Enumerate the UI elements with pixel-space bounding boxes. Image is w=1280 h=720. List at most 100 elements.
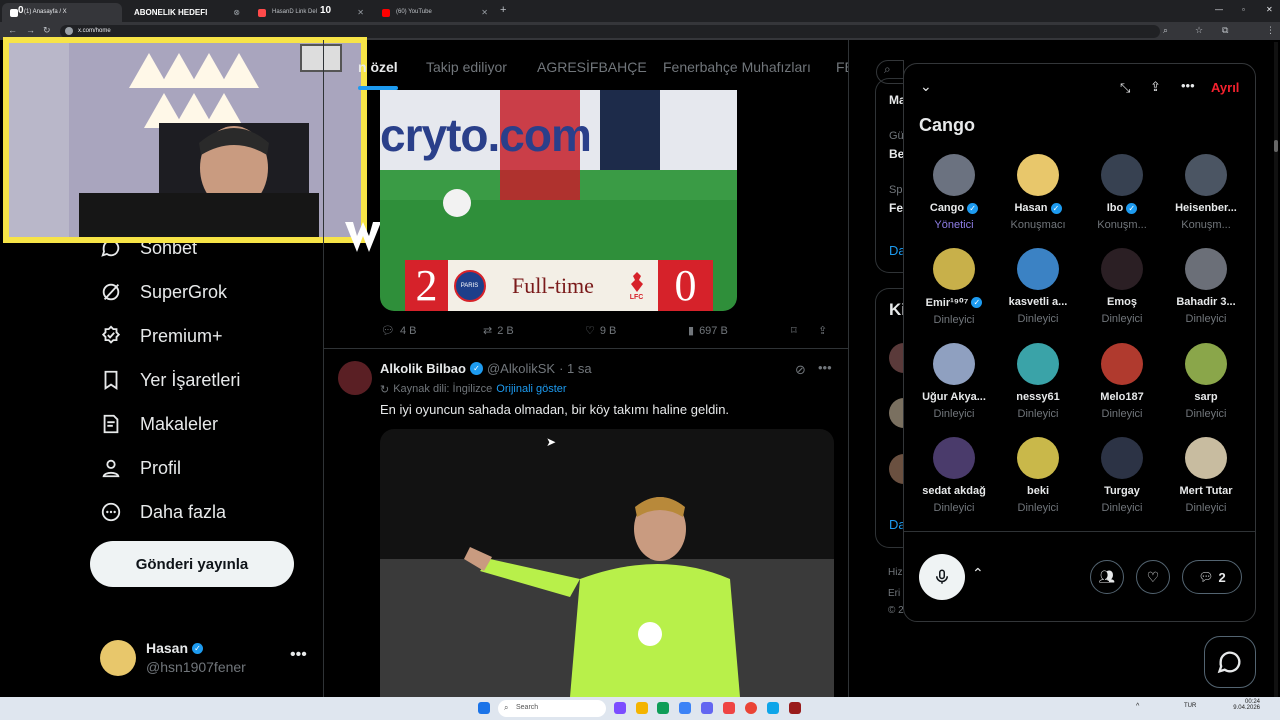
participant[interactable]: Turgay Dinleyici (1080, 437, 1164, 514)
post-button[interactable]: Gönderi yayınla (90, 541, 294, 587)
close-tab-icon[interactable]: ✕ (357, 8, 364, 17)
tab-for-you[interactable]: n özel (358, 59, 398, 75)
participant-name-text: Heisenber... (1175, 202, 1237, 214)
tab-subscription-goal[interactable]: ABONELIK HEDEFI ⊗ (122, 3, 248, 22)
maximize-icon[interactable]: ▫ (1242, 5, 1245, 14)
sidebar-item-profile[interactable]: Profil (100, 451, 310, 485)
zoom-icon[interactable]: ⌕ (1163, 25, 1168, 36)
taskview-icon[interactable] (614, 702, 626, 714)
sidebar-item-more[interactable]: Daha fazla (100, 495, 310, 529)
star-icon[interactable]: ☆ (1195, 25, 1203, 36)
views-button[interactable]: ▮ 697 B (688, 324, 728, 338)
participant[interactable]: Melo187 Dinleyici (1080, 343, 1164, 420)
app-icon[interactable] (723, 702, 735, 714)
tab-youtube[interactable]: (60) YouTube ✕ (374, 3, 496, 22)
repost-button[interactable]: ⇄ 2 B (483, 324, 514, 338)
leave-button[interactable]: Ayrıl (1211, 80, 1239, 95)
extensions-icon[interactable]: ⧉ (1222, 25, 1228, 36)
post-time[interactable]: · 1 sa (559, 361, 592, 376)
scrollbar-thumb[interactable] (1274, 140, 1278, 152)
participant-name: Cango ✓ (912, 202, 996, 214)
sidebar-item-supergrok[interactable]: SuperGrok (100, 275, 310, 309)
collapse-chevron-icon[interactable]: ⌄ (920, 78, 932, 95)
participant[interactable]: Ibo ✓ Konuşm... (1080, 154, 1164, 231)
start-icon[interactable] (478, 702, 490, 714)
participant[interactable]: sedat akdağ Dinleyici (912, 437, 996, 514)
tab-fe[interactable]: FE (836, 59, 848, 75)
sidebar-item-articles[interactable]: Makaleler (100, 407, 310, 441)
chevron-up-icon[interactable]: ⌃ (972, 565, 984, 582)
sidebar-item-premium[interactable]: Premium+ (100, 319, 310, 353)
app-icon[interactable] (679, 702, 691, 714)
react-button[interactable]: ♡ (1136, 560, 1170, 594)
tab-link-delete[interactable]: HasanD Link Del ✕ (250, 3, 372, 22)
app-icon[interactable] (767, 702, 779, 714)
post-handle[interactable]: @AlkolikSK (487, 361, 555, 376)
forward-icon[interactable]: → (26, 25, 35, 35)
participant[interactable]: Cango ✓ Yönetici (912, 154, 996, 231)
new-tab-button[interactable]: + (500, 4, 506, 16)
show-original-link[interactable]: Orijinali göster (496, 383, 566, 396)
share-icon[interactable]: ⇪ (1150, 79, 1161, 95)
participant[interactable]: Bahadir 3... Dinleyici (1164, 248, 1248, 325)
participant[interactable]: Heisenber... Konuşm... (1164, 154, 1248, 231)
reload-icon[interactable]: ↻ (43, 25, 51, 36)
minimize-icon[interactable]: — (1215, 5, 1223, 14)
like-button[interactable]: ♡ 9 B (585, 324, 616, 338)
clock[interactable]: 00:24 9.04.2026 (1230, 699, 1260, 711)
right-card-item[interactable]: Fe (889, 201, 903, 215)
participant[interactable]: Uğur Akya... Dinleyici (912, 343, 996, 420)
messages-fab[interactable] (1204, 636, 1256, 688)
footer-link[interactable]: Eri (888, 588, 900, 599)
account-more-icon[interactable]: ••• (290, 646, 307, 664)
chrome-icon[interactable] (745, 702, 757, 714)
close-window-icon[interactable]: ✕ (1266, 5, 1273, 14)
participants-button[interactable]: 👥︎ (1090, 560, 1124, 594)
microphone-button[interactable] (919, 554, 965, 600)
more-icon[interactable]: ••• (1181, 78, 1195, 93)
grok-icon[interactable]: ⊘ (795, 362, 806, 378)
post-author[interactable]: Alkolik Bilbao (380, 361, 466, 376)
post-media[interactable] (380, 429, 834, 697)
participant[interactable]: Emoş Dinleyici (1080, 248, 1164, 325)
language-indicator[interactable]: TUR (1184, 703, 1196, 709)
footer-copyright: © 2 (888, 605, 904, 616)
comments-button[interactable]: 💬︎ 2 (1182, 560, 1242, 594)
minimize-space-icon[interactable]: ⤡ (1120, 80, 1130, 96)
lfc-label: LFC (629, 294, 644, 301)
close-tab-icon[interactable]: ⊗ (233, 8, 240, 17)
edge-icon[interactable] (657, 702, 669, 714)
back-icon[interactable]: ← (8, 25, 17, 35)
close-tab-icon[interactable]: ✕ (481, 8, 488, 17)
tab-agresifbahce[interactable]: AGRESİFBAHÇE (537, 59, 647, 75)
sidebar-item-bookmarks[interactable]: Yer İşaretleri (100, 363, 310, 397)
tab-following[interactable]: Takip ediliyor (426, 59, 507, 75)
search-icon: ⌕ (884, 62, 891, 76)
participant[interactable]: Hasan ✓ Konuşmacı (996, 154, 1080, 231)
avatar[interactable] (338, 361, 372, 395)
tray-chevron-icon[interactable]: ^ (1136, 703, 1139, 710)
menu-dots-icon[interactable]: ⋮ (1266, 25, 1275, 36)
source-language: Kaynak dili: İngilizce (393, 383, 493, 395)
participant[interactable]: beki Dinleyici (996, 437, 1080, 514)
post-text: En iyi oyuncun sahada olmadan, bir köy t… (380, 402, 730, 417)
app-icon[interactable] (789, 702, 801, 714)
participant[interactable]: Mert Tutar Dinleyici (1164, 437, 1248, 514)
taskbar-search[interactable]: ⌕ Search (498, 700, 606, 717)
participant[interactable]: nessy61 Dinleyici (996, 343, 1080, 420)
post-media[interactable]: cryto.com 2 PARIS Full-time LFC 0 (380, 90, 737, 311)
bookmark-button[interactable]: ⌑ (791, 324, 797, 337)
participant[interactable]: sarp Dinleyici (1164, 343, 1248, 420)
post-more-icon[interactable]: ••• (818, 360, 832, 375)
participant[interactable]: Emir¹⁹⁰⁷ ✓ Dinleyici (912, 248, 996, 326)
file-explorer-icon[interactable] (636, 702, 648, 714)
footer-link[interactable]: Hiz (888, 567, 902, 578)
avatar[interactable] (100, 640, 136, 676)
discord-icon[interactable] (701, 702, 713, 714)
share-button[interactable]: ⇪ (818, 324, 827, 337)
tab-fenerbahce-muhafizlari[interactable]: Fenerbahçe Muhafızları (663, 59, 811, 75)
avatar (933, 437, 975, 479)
site-info-icon[interactable] (65, 27, 73, 35)
participant[interactable]: kasvetli a... Dinleyici (996, 248, 1080, 325)
reply-button[interactable]: 💬︎ 4 B (381, 324, 416, 338)
